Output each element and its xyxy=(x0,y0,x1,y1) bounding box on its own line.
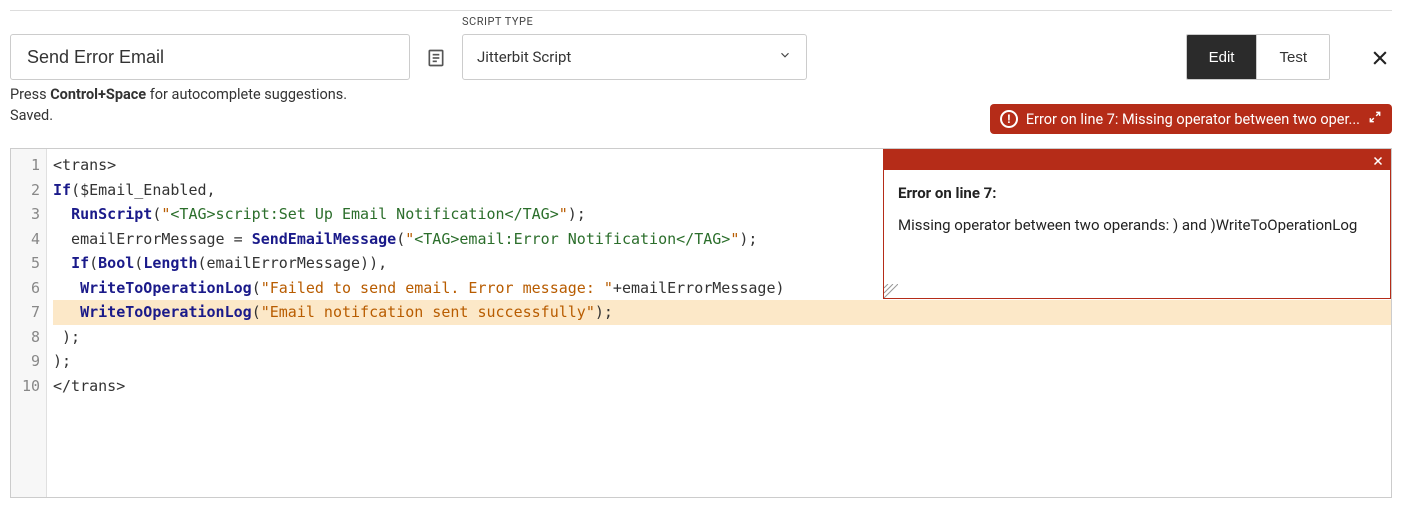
error-summary-text: Error on line 7: Missing operator betwee… xyxy=(1026,111,1360,128)
line-gutter: 12345678910 xyxy=(11,149,47,497)
chevron-down-icon xyxy=(778,48,792,66)
close-error-panel-icon[interactable] xyxy=(1372,153,1386,167)
error-detail-panel: Error on line 7: Missing operator betwee… xyxy=(883,149,1391,299)
mode-toggle: Edit Test xyxy=(1186,34,1330,80)
script-type-select[interactable]: Jitterbit Script xyxy=(462,34,807,80)
script-type-label: SCRIPT TYPE xyxy=(462,15,807,28)
close-icon[interactable] xyxy=(1368,46,1392,70)
header-row: SCRIPT TYPE Jitterbit Script Edit Test xyxy=(10,15,1392,84)
autocomplete-hint: Press Control+Space for autocomplete sug… xyxy=(10,86,1392,103)
notes-icon[interactable] xyxy=(424,46,448,70)
test-button[interactable]: Test xyxy=(1256,35,1329,79)
script-name-input[interactable] xyxy=(10,34,410,80)
resize-handle-icon[interactable] xyxy=(884,284,898,298)
error-panel-body: Missing operator between two operands: )… xyxy=(898,216,1376,234)
error-panel-title: Error on line 7: xyxy=(898,184,1376,202)
edit-button[interactable]: Edit xyxy=(1187,35,1257,79)
error-summary-bar[interactable]: ! Error on line 7: Missing operator betw… xyxy=(990,104,1392,134)
code-area[interactable]: <trans> If($Email_Enabled, RunScript("<T… xyxy=(47,149,1391,497)
error-icon: ! xyxy=(1000,110,1018,128)
script-type-value: Jitterbit Script xyxy=(477,48,571,66)
expand-icon xyxy=(1368,110,1382,128)
code-editor[interactable]: 12345678910 <trans> If($Email_Enabled, R… xyxy=(10,148,1392,498)
